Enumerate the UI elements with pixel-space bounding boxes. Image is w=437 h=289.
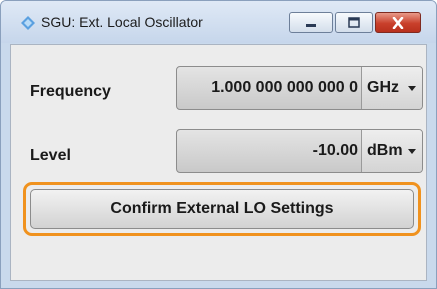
level-label: Level — [30, 147, 71, 164]
close-icon — [392, 16, 404, 29]
frequency-label: Frequency — [30, 83, 111, 100]
maximize-icon — [348, 16, 360, 28]
chevron-down-icon — [408, 86, 416, 91]
close-button[interactable] — [375, 12, 421, 33]
frequency-field[interactable]: 1.000 000 000 000 0 GHz — [176, 66, 423, 110]
title-bar[interactable]: SGU: Ext. Local Oscillator — [1, 1, 436, 43]
level-field[interactable]: -10.00 dBm — [176, 129, 423, 173]
minimize-button[interactable] — [289, 12, 333, 33]
level-unit: dBm — [367, 142, 403, 159]
confirm-focus-highlight: Confirm External LO Settings — [23, 182, 421, 236]
dialog-window: SGU: Ext. Local Oscillator Frequency 1.0… — [0, 0, 437, 289]
dialog-body: Frequency 1.000 000 000 000 0 GHz Level … — [10, 44, 427, 281]
confirm-external-lo-button[interactable]: Confirm External LO Settings — [30, 189, 414, 229]
frequency-unit-select[interactable]: GHz — [361, 67, 422, 109]
maximize-button[interactable] — [335, 12, 373, 33]
frequency-value[interactable]: 1.000 000 000 000 0 — [211, 79, 358, 97]
minimize-icon — [306, 23, 316, 27]
window-title: SGU: Ext. Local Oscillator — [41, 14, 203, 30]
frequency-unit: GHz — [367, 79, 399, 96]
level-unit-select[interactable]: dBm — [361, 130, 422, 172]
level-value[interactable]: -10.00 — [313, 142, 358, 160]
app-icon — [21, 16, 35, 30]
chevron-down-icon — [408, 149, 416, 154]
